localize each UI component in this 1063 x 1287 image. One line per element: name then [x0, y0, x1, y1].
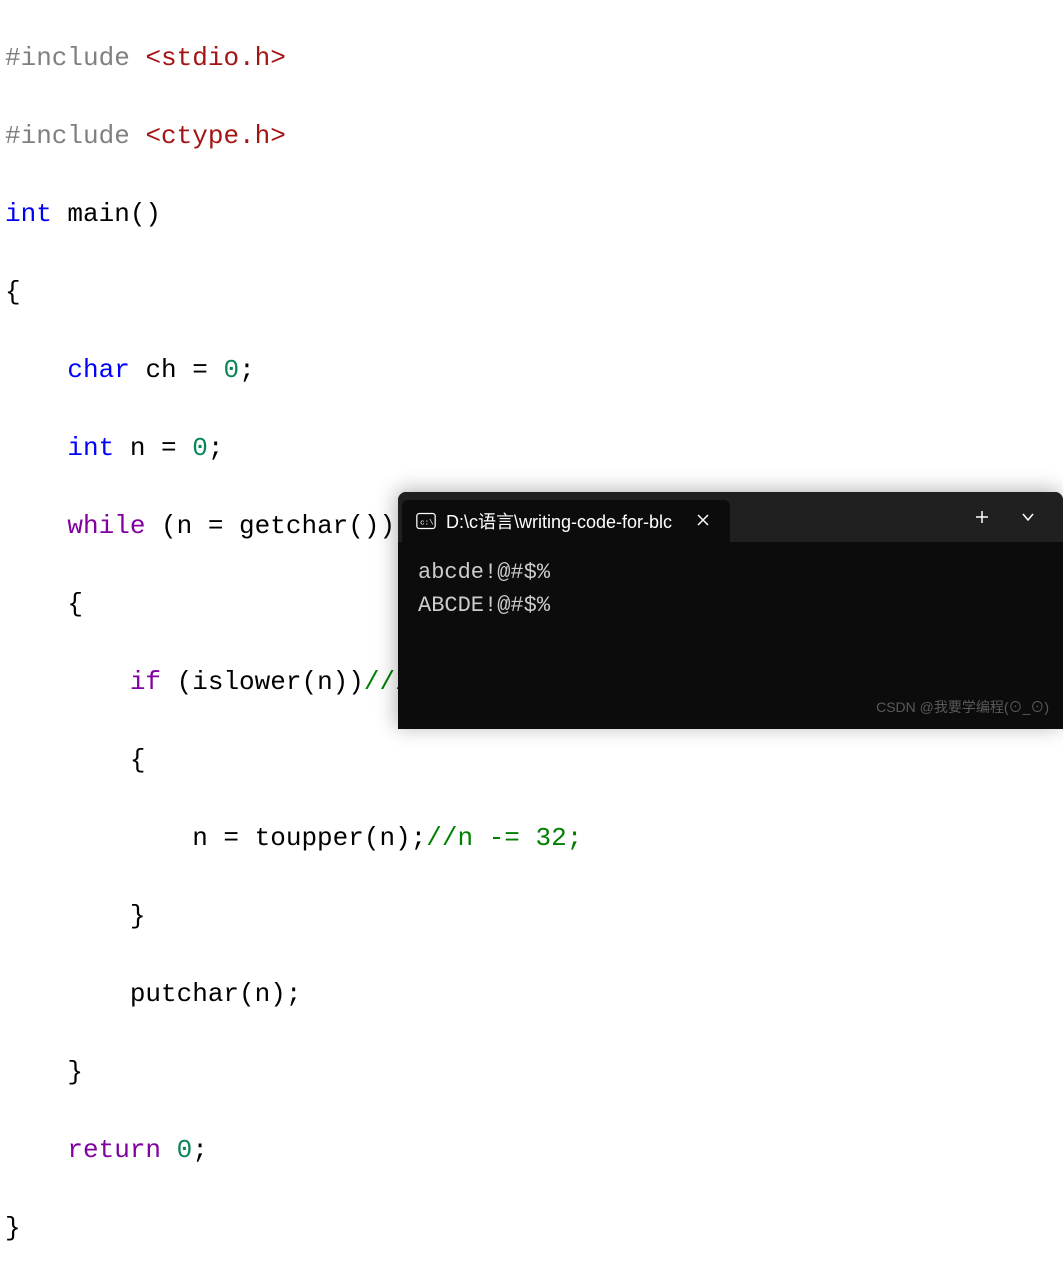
code-line: { [5, 741, 1058, 780]
terminal-tab-title: D:\c语言\writing-code-for-blc [446, 508, 672, 534]
number-literal: 0 [192, 433, 208, 463]
number-literal: 0 [223, 355, 239, 385]
terminal-output[interactable]: abcde!@#$% ABCDE!@#$% [398, 542, 1063, 636]
code-line: int main() [5, 195, 1058, 234]
code-line: { [5, 273, 1058, 312]
keyword-return: return [67, 1135, 161, 1165]
number-literal: 0 [177, 1135, 193, 1165]
terminal-icon: c:\ [416, 512, 436, 530]
terminal-window[interactable]: c:\ D:\c语言\writing-code-for-blc abcde!@#… [398, 492, 1063, 729]
terminal-line: abcde!@#$% [418, 556, 1043, 589]
preprocessor-directive: #include [5, 43, 145, 73]
terminal-actions [961, 499, 1059, 535]
close-brace: } [5, 1213, 21, 1243]
keyword-char: char [67, 355, 129, 385]
code-line: #include <stdio.h> [5, 39, 1058, 78]
keyword-if: if [130, 667, 161, 697]
function-main: main() [52, 199, 161, 229]
header-include: <ctype.h> [145, 121, 285, 151]
terminal-titlebar: c:\ D:\c语言\writing-code-for-blc [398, 492, 1063, 542]
terminal-tab[interactable]: c:\ D:\c语言\writing-code-for-blc [402, 500, 730, 542]
keyword-int: int [5, 199, 52, 229]
code-line: n = toupper(n);//n -= 32; [5, 819, 1058, 858]
open-brace: { [5, 277, 21, 307]
keyword-int: int [67, 433, 114, 463]
new-tab-button[interactable] [961, 499, 1003, 535]
svg-text:c:\: c:\ [420, 519, 434, 527]
code-line: return 0; [5, 1131, 1058, 1170]
code-line: putchar(n); [5, 975, 1058, 1014]
code-line: int n = 0; [5, 429, 1058, 468]
chevron-down-icon [1021, 512, 1035, 522]
code-line: } [5, 1053, 1058, 1092]
keyword-while: while [67, 511, 145, 541]
code-line: } [5, 897, 1058, 936]
comment: //n -= 32; [426, 823, 582, 853]
code-line: } [5, 1209, 1058, 1248]
watermark: CSDN @我要学编程(⊙_⊙) [876, 697, 1049, 717]
code-line: char ch = 0; [5, 351, 1058, 390]
terminal-line: ABCDE!@#$% [418, 589, 1043, 622]
dropdown-button[interactable] [1007, 499, 1049, 535]
header-include: <stdio.h> [145, 43, 285, 73]
close-icon[interactable] [690, 509, 716, 534]
code-line: #include <ctype.h> [5, 117, 1058, 156]
preprocessor-directive: #include [5, 121, 145, 151]
